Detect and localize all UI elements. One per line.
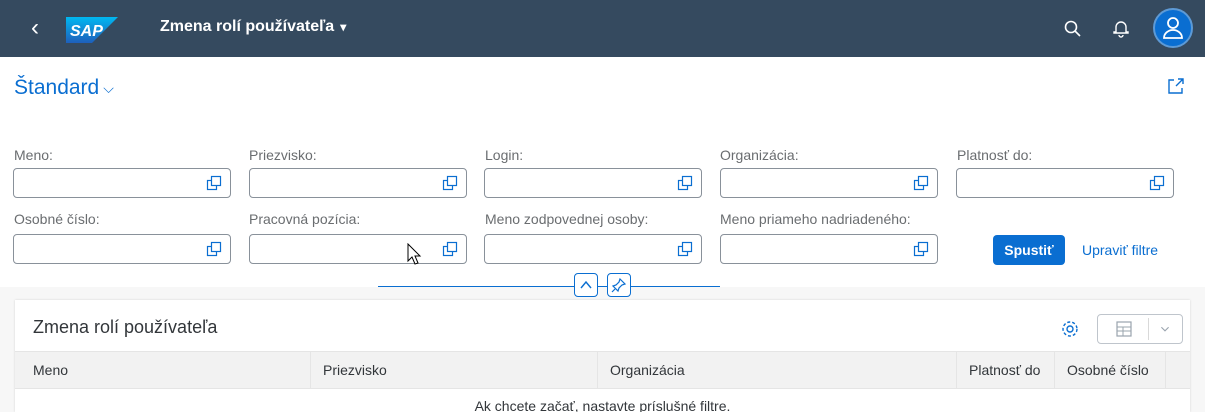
go-button[interactable]: Spustiť xyxy=(993,235,1065,265)
filter-label-meno: Meno: xyxy=(14,147,53,163)
gear-icon[interactable] xyxy=(1060,319,1080,339)
value-help-icon[interactable] xyxy=(206,175,222,191)
login-input[interactable] xyxy=(484,168,702,198)
share-icon[interactable] xyxy=(1166,76,1186,96)
svg-text:SAP: SAP xyxy=(70,23,103,40)
meno-zodpovednej-input[interactable] xyxy=(484,234,702,264)
user-avatar[interactable] xyxy=(1153,8,1193,48)
pin-icon xyxy=(611,277,627,293)
priezvisko-input[interactable] xyxy=(249,168,467,198)
pin-header-button[interactable] xyxy=(607,273,631,297)
table-header: Meno Priezvisko Organizácia Platnosť do … xyxy=(15,351,1190,389)
chevron-down-icon: ⌵ xyxy=(103,79,114,96)
bell-icon[interactable] xyxy=(1110,17,1132,39)
header-divider xyxy=(378,286,720,287)
back-button[interactable]: ‹ xyxy=(22,15,48,41)
value-help-icon[interactable] xyxy=(442,241,458,257)
chevron-down-icon[interactable] xyxy=(1156,320,1174,338)
shell-bar: ‹ SAP Zmena rolí používateľa ▾ xyxy=(0,0,1205,57)
column-header-platnost-do[interactable]: Platnosť do xyxy=(957,352,1055,389)
adapt-filters-link[interactable]: Upraviť filtre xyxy=(1082,242,1158,258)
meno-nadriadeneho-input[interactable] xyxy=(720,234,938,264)
no-data-text: Ak chcete začať, nastavte príslušné filt… xyxy=(474,398,731,412)
export-button[interactable] xyxy=(1097,314,1183,344)
organizacia-input[interactable] xyxy=(720,168,938,198)
table-title: Zmena rolí používateľa xyxy=(33,317,218,337)
filter-label-platnost-do: Platnosť do: xyxy=(957,147,1033,163)
column-header-organizacia[interactable]: Organizácia xyxy=(598,352,957,389)
value-help-icon[interactable] xyxy=(913,241,929,257)
chevron-up-icon xyxy=(580,280,592,289)
filter-label-osobne-cislo: Osobné číslo: xyxy=(14,211,100,227)
value-help-icon[interactable] xyxy=(677,241,693,257)
filter-label-meno-nadriadeneho: Meno priameho nadriadeného: xyxy=(720,211,911,227)
meno-input[interactable] xyxy=(13,168,231,198)
filter-label-meno-zodpovednej: Meno zodpovednej osoby: xyxy=(485,211,649,227)
value-help-icon[interactable] xyxy=(206,241,222,257)
collapse-header-button[interactable] xyxy=(574,273,598,297)
value-help-icon[interactable] xyxy=(677,175,693,191)
value-help-icon[interactable] xyxy=(913,175,929,191)
osobne-cislo-input[interactable] xyxy=(13,234,231,264)
filter-label-pracovna-pozicia: Pracovná pozícia: xyxy=(249,211,361,227)
mouse-cursor-icon xyxy=(407,243,422,265)
caret-down-icon: ▾ xyxy=(340,20,347,34)
spreadsheet-icon xyxy=(1116,321,1132,337)
filter-label-organizacia: Organizácia: xyxy=(720,147,799,163)
value-help-icon[interactable] xyxy=(442,175,458,191)
value-help-icon[interactable] xyxy=(1149,175,1165,191)
platnost-do-input[interactable] xyxy=(956,168,1174,198)
button-separator xyxy=(1148,318,1149,340)
app-title: Zmena rolí používateľa xyxy=(160,18,335,35)
filter-label-login: Login: xyxy=(485,147,524,163)
filter-label-priezvisko: Priezvisko: xyxy=(249,147,317,163)
column-header-meno[interactable]: Meno xyxy=(15,352,311,389)
variant-selector[interactable]: Štandard ⌵ xyxy=(14,76,114,100)
user-icon xyxy=(1163,17,1183,39)
pracovna-pozicia-input[interactable] xyxy=(249,234,467,264)
variant-label: Štandard xyxy=(14,76,100,99)
sap-logo[interactable]: SAP xyxy=(66,17,118,43)
column-header-priezvisko[interactable]: Priezvisko xyxy=(311,352,598,389)
search-icon[interactable] xyxy=(1062,18,1084,40)
app-title-menu[interactable]: Zmena rolí používateľa ▾ xyxy=(160,18,346,36)
column-header-osobne-cislo[interactable]: Osobné číslo xyxy=(1055,352,1166,389)
